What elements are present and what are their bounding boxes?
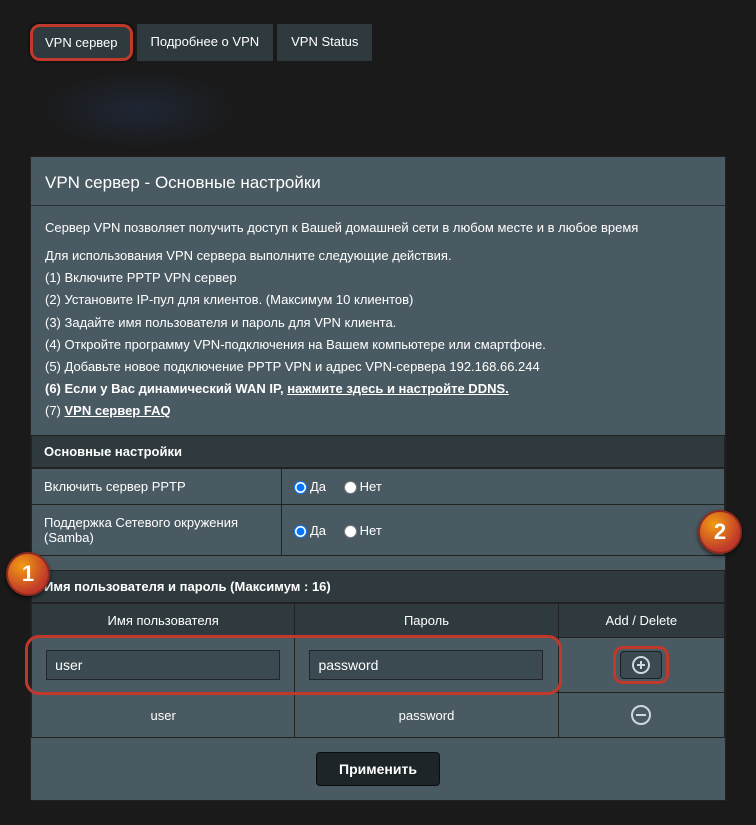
username-input[interactable]: [46, 650, 280, 680]
user-row: user password: [32, 693, 725, 738]
plus-circle-icon: [631, 655, 651, 675]
step-5: (5) Добавьте новое подключение PPTP VPN …: [45, 357, 711, 377]
minus-circle-icon: [630, 704, 652, 726]
tab-vpn-status[interactable]: VPN Status: [277, 24, 372, 61]
delete-user-button[interactable]: [620, 701, 662, 729]
user-row-password: password: [295, 693, 558, 738]
basic-settings-header: Основные настройки: [31, 435, 725, 468]
steps-list: Для использования VPN сервера выполните …: [45, 246, 711, 421]
annotation-callout-1: 1: [6, 552, 50, 596]
steps-intro: Для использования VPN сервера выполните …: [45, 246, 711, 266]
users-table: Имя пользователя Пароль Add / Delete: [31, 603, 725, 738]
step-1: (1) Включите PPTP VPN сервер: [45, 268, 711, 288]
faq-link[interactable]: VPN сервер FAQ: [65, 403, 171, 418]
basic-settings-table: Включить сервер PPTP Да Нет Поддержка Се…: [31, 468, 725, 556]
enable-pptp-label: Включить сервер PPTP: [32, 469, 282, 505]
user-input-row: [32, 638, 725, 693]
enable-pptp-yes[interactable]: Да: [294, 479, 326, 494]
samba-yes[interactable]: Да: [294, 523, 326, 538]
col-action: Add / Delete: [558, 604, 724, 638]
tab-bar: VPN сервер Подробнее о VPN VPN Status: [30, 24, 726, 61]
ddns-link[interactable]: нажмите здесь и настройте DDNS.: [287, 381, 509, 396]
user-row-username: user: [32, 693, 295, 738]
samba-no[interactable]: Нет: [344, 523, 382, 538]
step-6: (6) Если у Вас динамический WAN IP, нажм…: [45, 379, 711, 399]
samba-label: Поддержка Сетевого окружения (Samba): [32, 505, 282, 556]
users-header: Имя пользователя и пароль (Максимум : 16…: [31, 570, 725, 603]
enable-pptp-no[interactable]: Нет: [344, 479, 382, 494]
password-input[interactable]: [309, 650, 543, 680]
step-4: (4) Откройте программу VPN-подключения н…: [45, 335, 711, 355]
col-username: Имя пользователя: [32, 604, 295, 638]
apply-button[interactable]: Применить: [316, 752, 440, 786]
intro-text: Сервер VPN позволяет получить доступ к В…: [45, 218, 711, 238]
tab-vpn-server[interactable]: VPN сервер: [30, 24, 133, 61]
step-2: (2) Установите IP-пул для клиентов. (Мак…: [45, 290, 711, 310]
step-3: (3) Задайте имя пользователя и пароль дл…: [45, 313, 711, 333]
tab-vpn-more[interactable]: Подробнее о VPN: [137, 24, 274, 61]
annotation-callout-2: 2: [698, 510, 742, 554]
add-user-button[interactable]: [620, 651, 662, 679]
step-7: (7) VPN сервер FAQ: [45, 401, 711, 421]
main-panel: VPN сервер - Основные настройки Сервер V…: [30, 156, 726, 801]
panel-title: VPN сервер - Основные настройки: [31, 157, 725, 205]
col-password: Пароль: [295, 604, 558, 638]
